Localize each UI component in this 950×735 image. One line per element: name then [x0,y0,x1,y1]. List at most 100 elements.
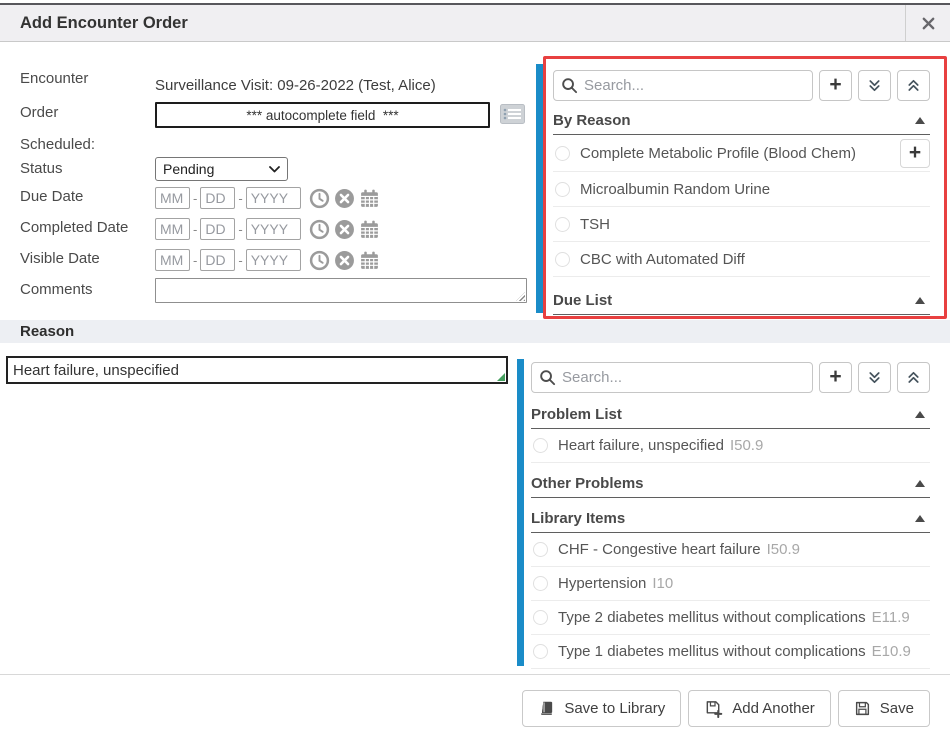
radio-icon[interactable] [555,146,570,161]
plus-icon: + [909,142,921,163]
add-item-button[interactable]: + [900,139,930,168]
visible-date-month-input[interactable] [155,249,190,271]
reason-item[interactable]: Type 1 diabetes mellitus without complic… [531,635,930,669]
calendar-icon[interactable] [359,219,380,240]
reason-section-title: Reason [20,320,74,343]
status-selected-value: Pending [163,161,214,177]
collapse-icon [915,117,925,124]
section-header-other-problems[interactable]: Other Problems [531,470,930,498]
close-icon [921,16,936,31]
section-header-due-list[interactable]: Due List [553,287,930,315]
accent-bar [517,359,524,666]
reason-input[interactable] [6,356,508,384]
date-separator: - [238,253,242,268]
due-date-label: Due Date [20,188,83,205]
clear-date-icon[interactable] [334,250,355,271]
visible-date-year-input[interactable] [246,249,301,271]
footer-actions: Save to Library Add Another Save [522,690,930,727]
clear-date-icon[interactable] [334,219,355,240]
clock-icon[interactable] [309,250,330,271]
visible-date-row: - - [155,248,380,272]
radio-icon[interactable] [533,644,548,659]
reason-item[interactable]: Type 2 diabetes mellitus without complic… [531,601,930,635]
comments-input[interactable] [155,278,527,303]
radio-icon[interactable] [555,252,570,267]
expand-all-button[interactable] [858,70,891,101]
search-icon [561,77,578,99]
search-icon [539,369,556,391]
calendar-icon[interactable] [359,188,380,209]
completed-date-year-input[interactable] [246,218,301,240]
reason-item[interactable]: Heart failure, unspecified I50.9 [531,429,930,463]
collapse-all-button[interactable] [897,70,930,101]
reason-section-header: Reason [0,320,950,343]
save-button[interactable]: Save [838,690,930,727]
radio-icon[interactable] [533,438,548,453]
order-item[interactable]: TSH [553,207,930,242]
add-encounter-order-dialog: Add Encounter Order Encounter Order Sche… [0,0,950,735]
visible-date-label: Visible Date [20,250,100,267]
completed-date-day-input[interactable] [200,218,235,240]
collapse-icon [915,480,925,487]
plus-icon: + [829,366,841,387]
add-order-button[interactable]: + [819,70,852,101]
section-header-problem-list[interactable]: Problem List [531,401,930,429]
radio-icon[interactable] [555,182,570,197]
completed-date-month-input[interactable] [155,218,190,240]
calendar-icon[interactable] [359,250,380,271]
encounter-value: Surveillance Visit: 09-26-2022 (Test, Al… [155,77,436,94]
reason-search-input[interactable] [531,362,813,393]
reason-item[interactable]: Hypertension I10 [531,567,930,601]
clock-icon[interactable] [309,188,330,209]
order-item[interactable]: Microalbumin Random Urine [553,172,930,207]
order-search-input[interactable] [553,70,813,101]
order-autocomplete-input[interactable] [155,102,490,128]
expand-all-button[interactable] [858,362,891,393]
chevron-down-icon [269,166,280,173]
radio-icon[interactable] [533,542,548,557]
status-label: Status [20,160,63,177]
visible-date-day-input[interactable] [200,249,235,271]
due-date-month-input[interactable] [155,187,190,209]
due-date-day-input[interactable] [200,187,235,209]
reason-search-panel: + Problem List Heart failure, unspecifie… [531,362,930,669]
add-another-button[interactable]: Add Another [688,690,831,727]
clock-icon[interactable] [309,219,330,240]
due-date-year-input[interactable] [246,187,301,209]
add-reason-button[interactable]: + [819,362,852,393]
clear-date-icon[interactable] [334,188,355,209]
save-to-library-button[interactable]: Save to Library [522,690,681,727]
radio-icon[interactable] [555,217,570,232]
double-chevron-up-icon [906,78,921,93]
section-header-library-items[interactable]: Library Items [531,505,930,533]
collapse-all-button[interactable] [897,362,930,393]
collapse-icon [915,411,925,418]
encounter-label: Encounter [20,70,88,87]
save-icon [854,700,871,717]
double-chevron-up-icon [906,370,921,385]
plus-icon: + [829,74,841,95]
due-date-row: - - [155,186,380,210]
close-button[interactable] [905,5,950,41]
collapse-icon [915,515,925,522]
scheduled-label: Scheduled: [20,136,95,153]
double-chevron-down-icon [867,370,882,385]
save-plus-icon [704,699,723,718]
section-header-by-reason[interactable]: By Reason [553,107,930,135]
date-separator: - [193,191,197,206]
completed-date-row: - - [155,217,380,241]
status-select[interactable]: Pending [155,157,288,181]
radio-icon[interactable] [533,576,548,591]
dialog-header: Add Encounter Order [0,3,950,42]
comments-label: Comments [20,281,93,298]
double-chevron-down-icon [867,78,882,93]
date-separator: - [238,191,242,206]
radio-icon[interactable] [533,610,548,625]
date-separator: - [193,253,197,268]
date-separator: - [238,222,242,237]
order-item[interactable]: CBC with Automated Diff [553,242,930,277]
collapse-icon [915,297,925,304]
order-item[interactable]: Complete Metabolic Profile (Blood Chem) … [553,135,930,172]
order-list-icon[interactable] [500,104,525,129]
reason-item[interactable]: CHF - Congestive heart failure I50.9 [531,533,930,567]
